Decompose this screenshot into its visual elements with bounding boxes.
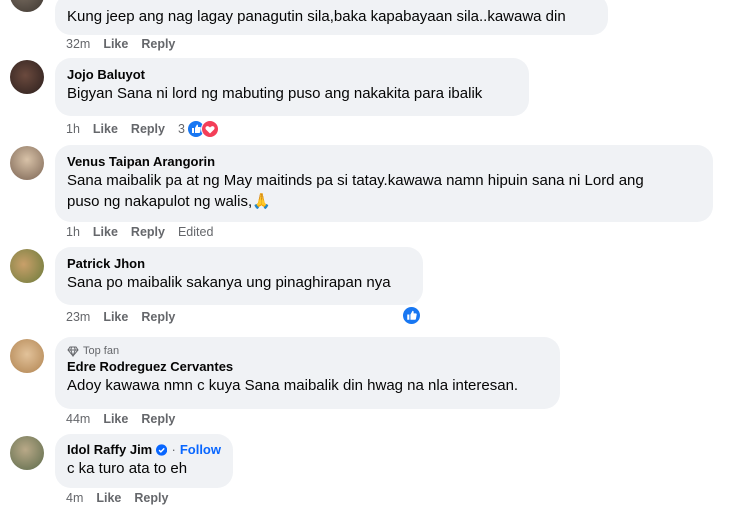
follow-button[interactable]: Follow bbox=[180, 441, 221, 458]
like-button[interactable]: Like bbox=[103, 37, 128, 51]
comment-bubble: Jojo Baluyot Bigyan Sana ni lord ng mabu… bbox=[55, 58, 529, 116]
comment-text: Adoy kawawa nmn c kuya Sana maibalik din… bbox=[67, 377, 519, 394]
reply-button[interactable]: Reply bbox=[131, 122, 165, 136]
commenter-name[interactable]: Idol Raffy Jim bbox=[67, 441, 152, 458]
avatar[interactable] bbox=[10, 146, 44, 180]
comment-text-line: Sana maibalik pa at ng May maitinds pa s… bbox=[67, 172, 644, 189]
commenter-name[interactable]: Jojo Baluyot bbox=[67, 66, 517, 83]
reply-button[interactable]: Reply bbox=[141, 412, 175, 426]
comment-actions: 4m Like Reply bbox=[66, 491, 168, 505]
comment-text: c ka turo ata to eh bbox=[67, 460, 188, 477]
comment-time[interactable]: 1h bbox=[66, 225, 80, 239]
reply-button[interactable]: Reply bbox=[131, 225, 165, 239]
comment-actions: 23m Like Reply bbox=[66, 310, 175, 324]
reaction-summary[interactable]: 3 bbox=[178, 120, 219, 138]
comment-text: Bigyan Sana ni lord ng mabuting puso ang… bbox=[67, 85, 483, 102]
avatar[interactable] bbox=[10, 249, 44, 283]
like-reaction-icon[interactable] bbox=[402, 306, 421, 325]
commenter-name[interactable]: Edre Rodreguez Cervantes bbox=[67, 358, 548, 375]
like-button[interactable]: Like bbox=[93, 122, 118, 136]
comment-bubble: Top fan Edre Rodreguez Cervantes Adoy ka… bbox=[55, 337, 560, 409]
comment-bubble: Patrick Jhon Sana po maibalik sakanya un… bbox=[55, 247, 423, 305]
comment-text: Kung jeep ang nag lagay panagutin sila,b… bbox=[67, 8, 566, 25]
comment-text-line: puso ng nakapulot ng walis,🙏 bbox=[67, 193, 271, 210]
reply-button[interactable]: Reply bbox=[141, 310, 175, 324]
comment-actions: 1h Like Reply Edited bbox=[66, 225, 213, 239]
comment-text: Sana po maibalik sakanya ung pinaghirapa… bbox=[67, 274, 391, 291]
comment-time[interactable]: 44m bbox=[66, 412, 90, 426]
avatar[interactable] bbox=[10, 60, 44, 94]
comment-actions: 1h Like Reply 3 bbox=[66, 120, 219, 138]
comment-time[interactable]: 32m bbox=[66, 37, 90, 51]
comment-actions: 32m Like Reply bbox=[66, 37, 175, 51]
comment-time[interactable]: 23m bbox=[66, 310, 90, 324]
separator-dot: · bbox=[171, 442, 176, 457]
avatar[interactable] bbox=[10, 436, 44, 470]
diamond-icon bbox=[67, 346, 79, 357]
comment-time[interactable]: 4m bbox=[66, 491, 83, 505]
edited-label[interactable]: Edited bbox=[178, 225, 213, 239]
comment-actions: 44m Like Reply bbox=[66, 412, 175, 426]
like-button[interactable]: Like bbox=[103, 310, 128, 324]
comment-bubble: Idol Raffy Jim · Follow c ka turo ata to… bbox=[55, 434, 233, 488]
reaction-count: 3 bbox=[177, 122, 185, 136]
top-fan-badge[interactable]: Top fan bbox=[67, 344, 548, 358]
avatar[interactable] bbox=[10, 339, 44, 373]
commenter-name[interactable]: Venus Taipan Arangorin bbox=[67, 153, 701, 170]
like-button[interactable]: Like bbox=[96, 491, 121, 505]
like-button[interactable]: Like bbox=[103, 412, 128, 426]
comment-time[interactable]: 1h bbox=[66, 122, 80, 136]
reply-button[interactable]: Reply bbox=[141, 37, 175, 51]
commenter-name[interactable]: Patrick Jhon bbox=[67, 255, 411, 272]
comment-bubble: Venus Taipan Arangorin Sana maibalik pa … bbox=[55, 145, 713, 222]
avatar[interactable] bbox=[10, 0, 44, 12]
reply-button[interactable]: Reply bbox=[134, 491, 168, 505]
commenter-name-row: Idol Raffy Jim · Follow bbox=[67, 441, 221, 458]
love-reaction-icon bbox=[200, 120, 219, 138]
verified-icon bbox=[156, 443, 168, 456]
like-button[interactable]: Like bbox=[93, 225, 118, 239]
comment-bubble: Kung jeep ang nag lagay panagutin sila,b… bbox=[55, 0, 608, 35]
top-fan-label: Top fan bbox=[83, 345, 120, 357]
